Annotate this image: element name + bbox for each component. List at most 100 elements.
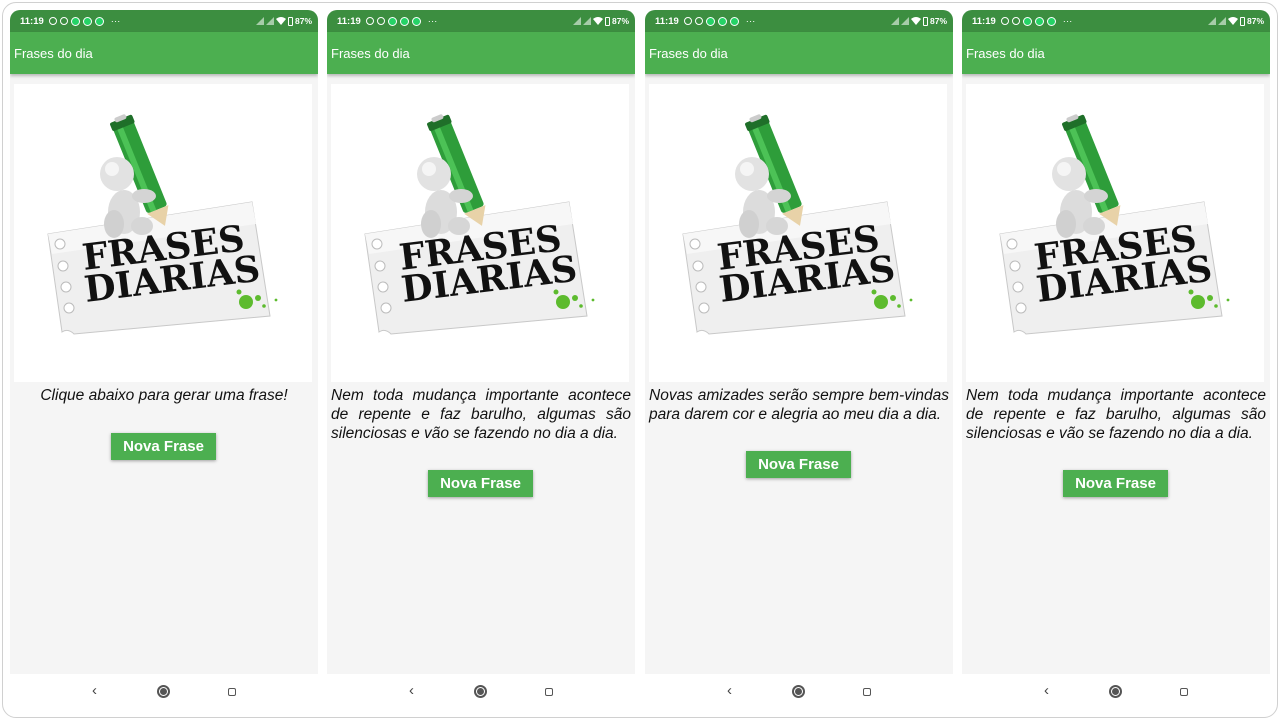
app-title: Frases do dia bbox=[966, 45, 1045, 61]
frases-diarias-logo: FRASES DIARIAS bbox=[966, 84, 1264, 382]
dnd-icon bbox=[1000, 17, 1009, 25]
home-icon[interactable] bbox=[792, 685, 805, 698]
notification-icon bbox=[94, 16, 104, 26]
more-notifications-icon: ··· bbox=[427, 15, 438, 27]
new-phrase-button[interactable]: Nova Frase bbox=[111, 433, 216, 460]
app-bar: Frases do dia bbox=[10, 32, 318, 74]
signal-icon bbox=[255, 17, 264, 25]
main-content: FRASES DIARIAS Nem toda mudança importan… bbox=[327, 74, 635, 674]
signal-icon bbox=[900, 17, 909, 25]
status-right: 87% bbox=[1207, 16, 1264, 26]
app-bar: Frases do dia bbox=[962, 32, 1270, 74]
recent-apps-icon[interactable] bbox=[228, 688, 236, 696]
logo-illustration: FRASES DIARIAS bbox=[47, 114, 278, 335]
home-icon[interactable] bbox=[474, 685, 487, 698]
logo-illustration: FRASES DIARIAS bbox=[999, 114, 1230, 335]
app-title: Frases do dia bbox=[14, 45, 93, 61]
recent-apps-icon[interactable] bbox=[1180, 688, 1188, 696]
new-phrase-button[interactable]: Nova Frase bbox=[1063, 470, 1168, 497]
main-content: FRASES DIARIAS Clique abaixo para gerar … bbox=[10, 74, 318, 674]
status-right: 87% bbox=[890, 16, 947, 26]
signal-icon bbox=[582, 17, 591, 25]
battery-level: 87% bbox=[611, 16, 629, 26]
navigation-bar: ‹ bbox=[10, 674, 318, 710]
status-icons: ··· bbox=[683, 15, 756, 27]
wifi-icon bbox=[1227, 17, 1238, 25]
back-icon[interactable]: ‹ bbox=[409, 682, 414, 699]
recent-apps-icon[interactable] bbox=[863, 688, 871, 696]
notification-icon bbox=[729, 16, 739, 26]
phone-screen-2: 11:19 ··· 87% Frases do dia FRASES DIARI… bbox=[327, 10, 635, 710]
logo-illustration: FRASES DIARIAS bbox=[364, 114, 595, 335]
back-icon[interactable]: ‹ bbox=[727, 682, 732, 699]
signal-icon bbox=[890, 17, 899, 25]
dnd-icon bbox=[48, 17, 57, 25]
frases-diarias-logo: FRASES DIARIAS bbox=[14, 84, 312, 382]
whatsapp-business-icon bbox=[82, 16, 92, 26]
navigation-bar: ‹ bbox=[327, 674, 635, 710]
app-bar: Frases do dia bbox=[327, 32, 635, 74]
signal-icon bbox=[1207, 17, 1216, 25]
battery-icon bbox=[287, 16, 293, 26]
back-icon[interactable]: ‹ bbox=[92, 682, 97, 699]
status-bar: 11:19 ··· 87% bbox=[645, 10, 953, 32]
status-bar: 11:19 ··· 87% bbox=[327, 10, 635, 32]
dnd-icon bbox=[365, 17, 374, 25]
whatsapp-business-icon bbox=[1034, 16, 1044, 26]
status-icons: ··· bbox=[48, 16, 120, 27]
more-notifications-icon: ··· bbox=[1062, 15, 1073, 27]
recent-apps-icon[interactable] bbox=[545, 688, 553, 696]
notification-icon bbox=[411, 16, 421, 26]
signal-icon bbox=[1217, 17, 1226, 25]
whatsapp-business-icon bbox=[717, 16, 727, 26]
phone-screen-4: 11:19 ··· 87% Frases do dia FRASES DIARI… bbox=[962, 10, 1270, 710]
battery-icon bbox=[1239, 16, 1245, 26]
home-icon[interactable] bbox=[1109, 685, 1122, 698]
phrase-text: Novas amizades serão sempre bem-vindas p… bbox=[649, 387, 949, 423]
notification-icon bbox=[1046, 16, 1056, 26]
back-icon[interactable]: ‹ bbox=[1044, 682, 1049, 699]
more-notifications-icon: ··· bbox=[745, 15, 756, 27]
battery-icon bbox=[922, 16, 928, 26]
status-time: 11:19 bbox=[337, 15, 361, 27]
main-content: FRASES DIARIAS Novas amizades serão semp… bbox=[645, 74, 953, 674]
phrase-text: Nem toda mudança importante acontece de … bbox=[331, 387, 631, 442]
status-time: 11:19 bbox=[20, 15, 44, 27]
home-icon[interactable] bbox=[157, 685, 170, 698]
wifi-icon bbox=[275, 17, 286, 25]
main-content: FRASES DIARIAS Nem toda mudança importan… bbox=[962, 74, 1270, 674]
battery-icon bbox=[604, 16, 610, 26]
wifi-icon bbox=[910, 17, 921, 25]
status-time: 11:19 bbox=[972, 15, 996, 27]
battery-level: 87% bbox=[1246, 16, 1264, 26]
new-phrase-button[interactable]: Nova Frase bbox=[746, 451, 851, 478]
phone-screen-1: 11:19 ··· 87% Frases do dia FRASES DIARI… bbox=[10, 10, 318, 710]
status-bar: 11:19 ··· 87% bbox=[962, 10, 1270, 32]
dnd-icon bbox=[683, 17, 692, 25]
whatsapp-icon bbox=[1022, 16, 1032, 26]
signal-icon bbox=[572, 17, 581, 25]
phone-screen-3: 11:19 ··· 87% Frases do dia FRASES DIARI… bbox=[645, 10, 953, 710]
status-icons: ··· bbox=[365, 15, 438, 27]
app-title: Frases do dia bbox=[649, 45, 728, 61]
alarm-icon bbox=[59, 17, 68, 25]
app-bar: Frases do dia bbox=[645, 32, 953, 74]
new-phrase-button[interactable]: Nova Frase bbox=[428, 470, 533, 497]
wifi-icon bbox=[592, 17, 603, 25]
status-icons: ··· bbox=[1000, 15, 1073, 27]
status-time: 11:19 bbox=[655, 15, 679, 27]
app-title: Frases do dia bbox=[331, 45, 410, 61]
whatsapp-icon bbox=[387, 16, 397, 26]
alarm-icon bbox=[694, 17, 703, 25]
whatsapp-icon bbox=[70, 16, 80, 26]
status-right: 87% bbox=[255, 16, 312, 26]
battery-level: 87% bbox=[929, 16, 947, 26]
status-right: 87% bbox=[572, 16, 629, 26]
signal-icon bbox=[265, 17, 274, 25]
frases-diarias-logo: FRASES DIARIAS bbox=[649, 84, 947, 382]
phrase-text: Nem toda mudança importante acontece de … bbox=[966, 387, 1266, 442]
navigation-bar: ‹ bbox=[962, 674, 1270, 710]
alarm-icon bbox=[1011, 17, 1020, 25]
whatsapp-business-icon bbox=[399, 16, 409, 26]
logo-illustration: FRASES DIARIAS bbox=[682, 114, 913, 335]
